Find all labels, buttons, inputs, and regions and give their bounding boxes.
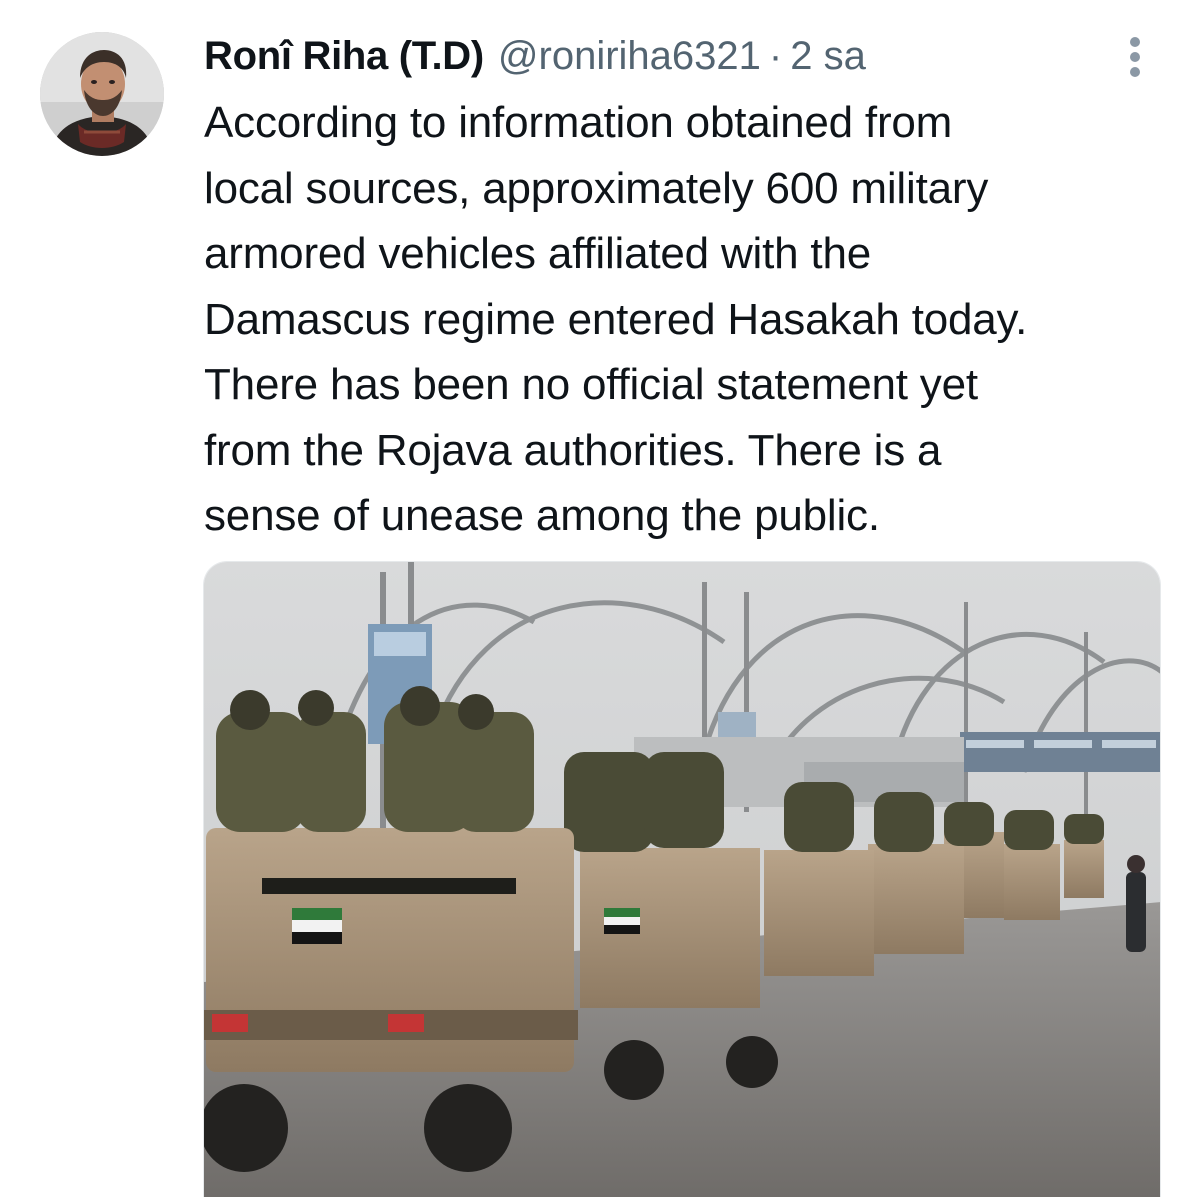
convoy-photo bbox=[204, 562, 1160, 1197]
timestamp[interactable]: 2 sa bbox=[790, 28, 866, 84]
more-vertical-icon[interactable] bbox=[1118, 34, 1152, 80]
tweet-text-line: local sources, approximately 600 militar… bbox=[204, 163, 989, 213]
user-handle[interactable]: @roniriha6321 bbox=[498, 28, 761, 84]
display-name[interactable]: Ronî Riha (T.D) bbox=[204, 28, 484, 84]
tweet-text-line: Damascus regime entered Hasakah today. bbox=[204, 294, 1028, 344]
tweet-text-line: There has been no official statement yet bbox=[204, 360, 978, 409]
more-dot bbox=[1130, 37, 1140, 47]
tweet-media-photo[interactable] bbox=[203, 561, 1161, 1197]
separator-dot: · bbox=[768, 34, 783, 78]
tweet-text: According to information obtained from l… bbox=[204, 90, 1164, 549]
avatar[interactable] bbox=[40, 32, 164, 156]
tweet-text-line: According to information obtained from bbox=[204, 98, 953, 147]
more-dot bbox=[1130, 52, 1140, 62]
tweet[interactable]: Ronî Riha (T.D) @roniriha6321 · 2 sa Acc… bbox=[0, 0, 1200, 1197]
tweet-text-line: sense of unease among the public. bbox=[204, 491, 880, 540]
more-dot bbox=[1130, 67, 1140, 77]
tweet-text-line: armored vehicles affiliated with the bbox=[204, 229, 872, 278]
tweet-header: Ronî Riha (T.D) @roniriha6321 · 2 sa bbox=[204, 28, 866, 84]
tweet-text-line: from the Rojava authorities. There is a bbox=[204, 425, 942, 475]
